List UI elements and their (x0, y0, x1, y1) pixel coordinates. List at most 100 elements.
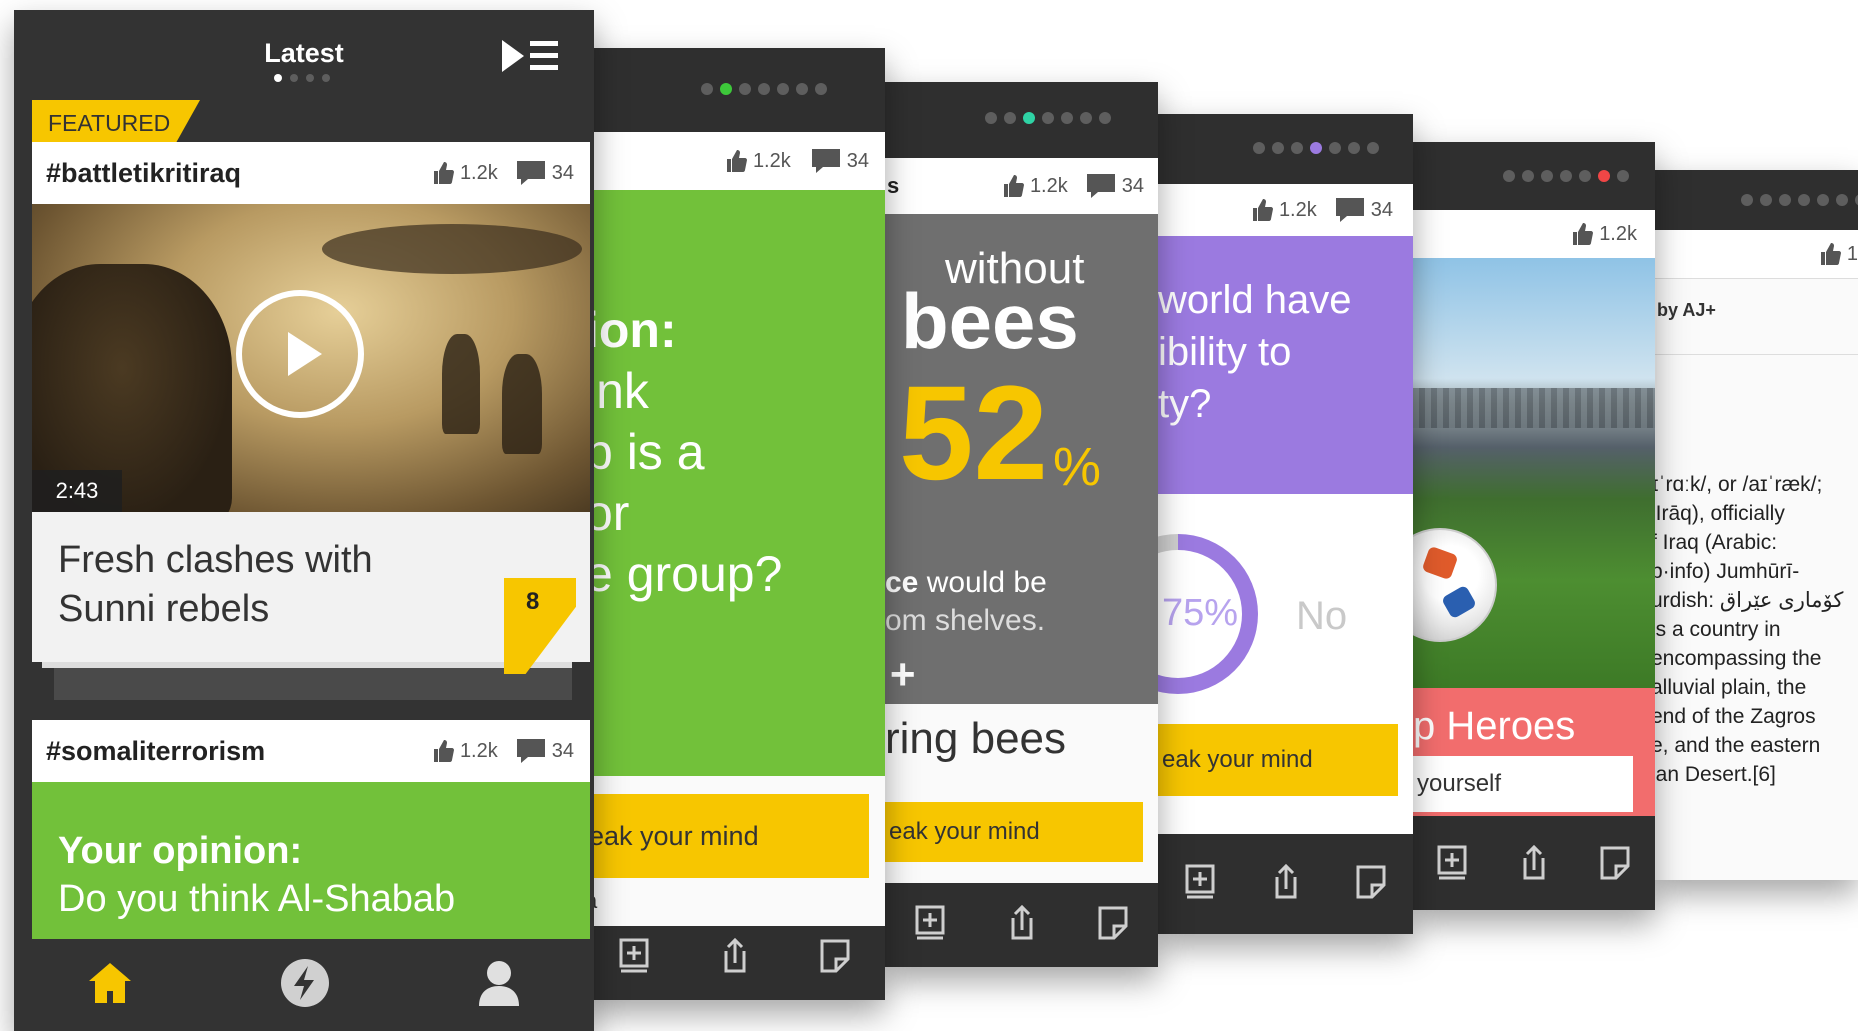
add-icon[interactable] (1436, 844, 1470, 887)
like-count: 1.2k (459, 161, 498, 184)
like-stat[interactable]: 1.2k (1571, 222, 1637, 246)
video-duration: 2:43 (32, 470, 122, 512)
thumbs-up-icon (433, 162, 454, 184)
like-count: 1 (1846, 242, 1858, 265)
card-title: ring bees (885, 714, 1067, 763)
home-icon[interactable] (87, 961, 133, 1010)
hashtag-fragment: s (887, 173, 900, 198)
like-count: 1.2k (1599, 222, 1637, 245)
text-line: p·info) Jumhūrī- (1655, 560, 1800, 583)
text-line: ion: (585, 302, 677, 358)
menu-icon[interactable] (502, 38, 560, 79)
text-line: urdish: كۆماری عێراق (1655, 589, 1844, 612)
aj-logo: + (889, 650, 915, 699)
speak-your-mind-button[interactable]: eak your mind (1158, 724, 1398, 796)
comment-count: 34 (551, 739, 574, 762)
comment-icon (1335, 198, 1364, 222)
comment-stat[interactable]: 34 (811, 148, 869, 174)
comment-icon (811, 149, 840, 173)
comment-stat[interactable]: 34 (516, 160, 574, 186)
card-hashtag[interactable]: #somaliterrorism (46, 736, 432, 767)
text-line: ʻIrāq), officially (1655, 502, 1785, 525)
opinion-subtitle: Do you think Al-Shabab (58, 878, 456, 920)
phone-screen-football: 1.2k p Heroes yourself (1413, 142, 1655, 910)
text-line: is a country in (1655, 618, 1781, 641)
comment-count: 34 (846, 149, 869, 172)
stat-caption-2: om shelves. (885, 604, 1046, 637)
note-icon[interactable] (1354, 863, 1388, 906)
like-stat[interactable]: 1.2k (432, 161, 498, 185)
count-badge: 8 (526, 588, 540, 615)
text-line: encompassing the (1655, 647, 1822, 670)
page-dots (274, 74, 330, 82)
like-stat[interactable]: 1.2k (432, 739, 498, 763)
like-count: 1.2k (459, 739, 498, 762)
video-thumbnail[interactable]: 2:43 (32, 204, 590, 512)
card-hashtag[interactable]: #battletikritiraq (46, 158, 432, 189)
stat-caption-1: ce would be (885, 566, 1047, 599)
page-dots (985, 112, 1111, 124)
note-icon[interactable] (1598, 844, 1632, 887)
like-stat[interactable]: 1 (1819, 242, 1858, 266)
comment-count: 34 (1370, 198, 1393, 221)
text-line: ibility to (1158, 330, 1292, 374)
comment-stat[interactable]: 34 (1086, 173, 1144, 199)
thumbs-up-icon (1003, 175, 1024, 197)
like-stat[interactable]: 1.2k (1002, 174, 1068, 198)
page-dots (1253, 142, 1379, 154)
percent-label: 75% (1162, 592, 1239, 634)
title-block: p Heroes yourself (1413, 688, 1655, 816)
comment-stat[interactable]: 34 (1335, 197, 1393, 223)
add-icon[interactable] (618, 937, 652, 980)
comment-count: 34 (551, 161, 574, 184)
text-line: world have (1158, 278, 1352, 322)
comment-icon (1086, 174, 1115, 198)
phone-screen-wiki: 1 by AJ+ ɪˈrɑːk/, or /aɪˈræk/; ʻIrāq), of… (1655, 170, 1858, 880)
card-body: ring bees eak your mind (885, 704, 1158, 904)
featured-card[interactable]: #battletikritiraq 1.2k 34 2:43 Fresh cla… (32, 142, 590, 674)
bottom-nav (14, 939, 594, 1031)
text-line: ɪˈrɑːk/, or /aɪˈræk/; (1655, 473, 1823, 496)
infographic: without bees 52 % ce would be om shelves… (885, 214, 1158, 704)
stadium-image (1413, 258, 1655, 688)
text-line: or (585, 485, 630, 541)
speak-your-mind-button[interactable]: eak your mind (885, 802, 1143, 862)
question-block: world have ibility to ty? (1158, 236, 1413, 494)
play-icon[interactable] (236, 290, 364, 418)
note-icon[interactable] (1096, 904, 1130, 947)
share-icon[interactable] (718, 937, 752, 980)
thumbs-up-icon (1573, 223, 1594, 245)
add-icon[interactable] (1184, 863, 1218, 906)
opinion-card[interactable]: #somaliterrorism 1.2k 34 Your opinion: D… (32, 720, 590, 950)
page-dots (1741, 194, 1858, 206)
phone-screen-opinion: 1.2k 34 ion: ink b is a or e group? eak your… (585, 48, 885, 1000)
bolt-icon[interactable] (280, 958, 330, 1013)
comment-stat[interactable]: 34 (516, 738, 574, 764)
like-count: 1.2k (1029, 174, 1068, 197)
note-icon[interactable] (818, 937, 852, 980)
count-flag (504, 578, 576, 674)
share-icon[interactable] (1269, 863, 1303, 906)
byline: by AJ+ (1657, 300, 1716, 320)
user-icon[interactable] (477, 960, 521, 1011)
card-title: p Heroes (1413, 704, 1576, 748)
thumbs-up-icon (726, 150, 747, 172)
speak-your-mind-button[interactable]: eak your mind (585, 794, 869, 878)
phone-screen-latest: Latest FEATURED #battletikritiraq 1.2k 3… (14, 10, 594, 1031)
text-line: b is a (585, 424, 705, 480)
add-icon[interactable] (914, 904, 948, 947)
text-line: ink (585, 363, 649, 419)
like-stat[interactable]: 1.2k (1251, 198, 1317, 222)
answer-input[interactable]: yourself (1413, 756, 1633, 812)
text-line: end of the Zagros (1655, 705, 1816, 728)
like-count: 1.2k (752, 149, 791, 172)
phone-screen-bees: s 1.2k 34 without bees 52 % ce would be … (885, 82, 1158, 967)
stat-percent: % (1053, 437, 1102, 497)
poll-results: 75% No eak your mind (1158, 494, 1413, 834)
like-stat[interactable]: 1.2k (725, 149, 791, 173)
text-line: e, and the eastern (1655, 734, 1821, 757)
share-icon[interactable] (1517, 844, 1551, 887)
comment-icon (516, 161, 545, 185)
like-count: 1.2k (1278, 198, 1317, 221)
share-icon[interactable] (1005, 904, 1039, 947)
